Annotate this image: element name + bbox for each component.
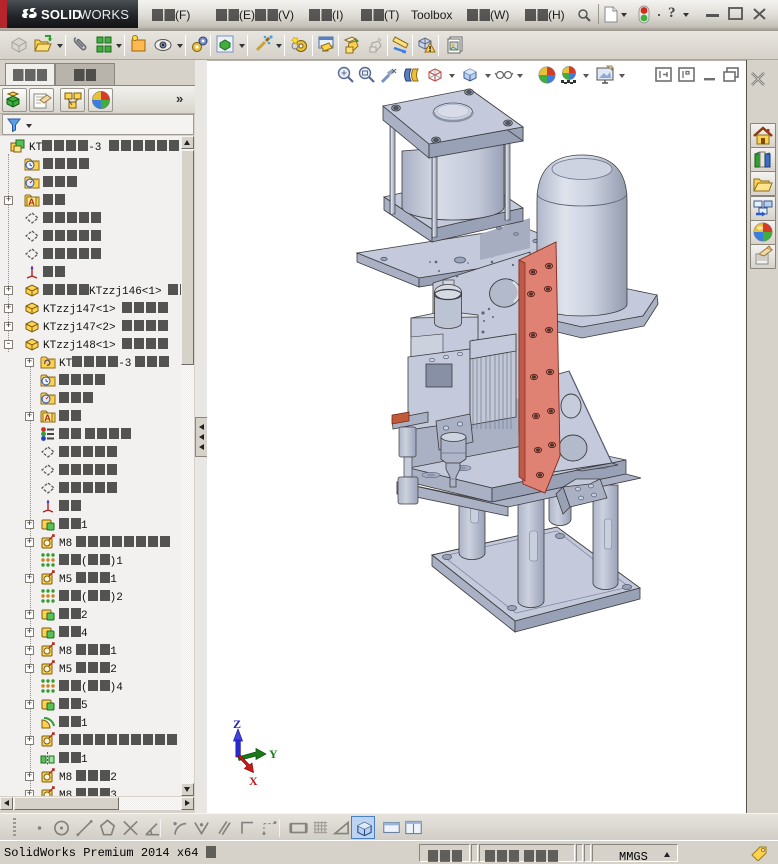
svg-text:X: X (249, 774, 258, 788)
svg-text:WORKS: WORKS (79, 7, 129, 22)
svg-text:Y: Y (269, 747, 278, 761)
svg-text:SOLID: SOLID (41, 7, 82, 22)
svg-text:Z: Z (233, 717, 241, 731)
svg-text:A: A (28, 197, 35, 207)
svg-text:A: A (44, 413, 51, 423)
